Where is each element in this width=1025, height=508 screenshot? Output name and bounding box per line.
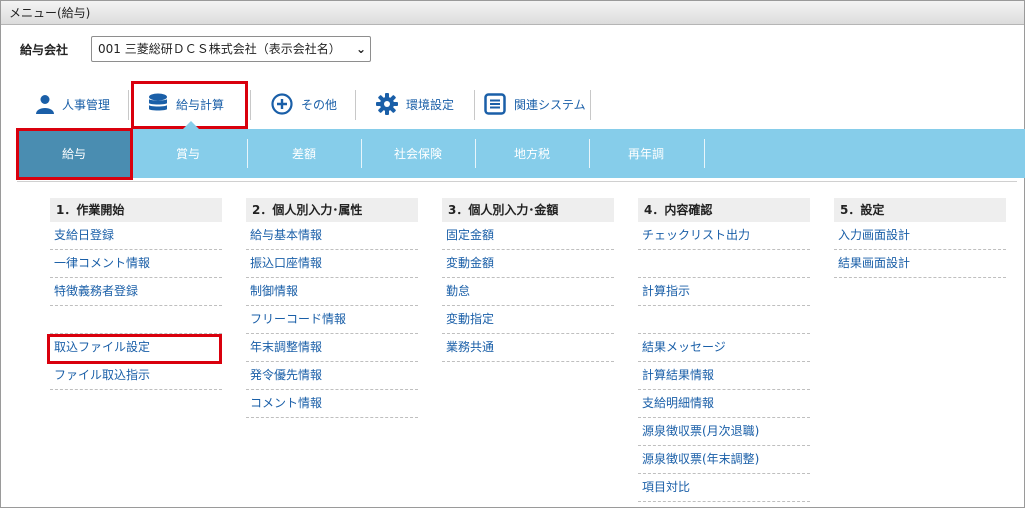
menu-link-common-business[interactable]: 業務共通 [442, 334, 614, 362]
menu-link-control-info[interactable]: 制御情報 [246, 278, 418, 306]
chevron-down-icon: ⌄ [355, 42, 366, 56]
menu-link-payslip-info[interactable]: 支給明細情報 [638, 390, 810, 418]
tab-divider [704, 139, 705, 168]
nav-related-systems[interactable]: 関連システム [484, 88, 586, 120]
menu-link-free-code-info[interactable]: フリーコード情報 [246, 306, 418, 334]
menu-link-attendance[interactable]: 勤怠 [442, 278, 614, 306]
column-individual-attributes: 2．個人別入力･属性 給与基本情報 振込口座情報 制御情報 フリーコード情報 年… [246, 198, 418, 418]
menu-link-file-import-instruction[interactable]: ファイル取込指示 [50, 362, 222, 390]
menu-link-salary-basic-info[interactable]: 給与基本情報 [246, 222, 418, 250]
nav-settings[interactable]: 環境設定 [376, 88, 454, 120]
nav-other[interactable]: その他 [271, 88, 337, 120]
column-settings: 5．設定 入力画面設計 結果画面設計 [834, 198, 1006, 278]
nav-other-label: その他 [301, 97, 338, 112]
nav-divider [590, 90, 591, 120]
column-heading: 3．個人別入力･金額 [442, 198, 614, 222]
highlight-box-salary-tab [16, 128, 133, 180]
nav-settings-label: 環境設定 [406, 97, 455, 112]
person-icon [36, 95, 54, 114]
menu-link-special-collection-registration[interactable]: 特徴義務者登録 [50, 278, 222, 306]
highlight-box-import-file-settings [47, 334, 222, 364]
menu-link-input-screen-design[interactable]: 入力画面設計 [834, 222, 1006, 250]
tab-social-insurance[interactable]: 社会保険 [361, 129, 475, 178]
column-heading: 2．個人別入力･属性 [246, 198, 418, 222]
column-individual-amounts: 3．個人別入力･金額 固定金額 変動金額 勤怠 変動指定 業務共通 [442, 198, 614, 362]
nav-divider [250, 90, 251, 120]
nav-divider [355, 90, 356, 120]
nav-divider [128, 90, 129, 120]
menu-link-withholding-slip-year-end[interactable]: 源泉徴収票(年末調整) [638, 446, 810, 474]
menu-link-appointment-priority-info[interactable]: 発令優先情報 [246, 362, 418, 390]
list-box-icon [484, 93, 506, 115]
menu-link-empty [50, 306, 222, 334]
menu-link-checklist-output[interactable]: チェックリスト出力 [638, 222, 810, 250]
section-divider [17, 181, 1017, 182]
nav-personnel-label: 人事管理 [62, 97, 111, 112]
column-content-check: 4．内容確認 チェックリスト出力 計算指示 結果メッセージ 計算結果情報 支給明… [638, 198, 810, 502]
plus-circle-icon [271, 93, 293, 115]
menu-link-item-comparison[interactable]: 項目対比 [638, 474, 810, 502]
company-label: 給与会社 [20, 43, 69, 57]
menu-link-calculation-result-info[interactable]: 計算結果情報 [638, 362, 810, 390]
nav-personnel[interactable]: 人事管理 [36, 88, 110, 120]
tab-local-tax[interactable]: 地方税 [475, 129, 589, 178]
window-title: メニュー(給与) [1, 1, 1024, 25]
column-heading: 1．作業開始 [50, 198, 222, 222]
column-heading: 4．内容確認 [638, 198, 810, 222]
menu-link-variable-amount[interactable]: 変動金額 [442, 250, 614, 278]
company-select-value: 001 三菱総研ＤＣＳ株式会社（表示会社名） [98, 42, 341, 56]
tab-difference[interactable]: 差額 [247, 129, 361, 178]
menu-link-empty [638, 306, 810, 334]
menu-link-uniform-comment[interactable]: 一律コメント情報 [50, 250, 222, 278]
menu-link-payday-registration[interactable]: 支給日登録 [50, 222, 222, 250]
nav-related-systems-label: 関連システム [514, 97, 586, 112]
menu-link-year-end-adjustment-info[interactable]: 年末調整情報 [246, 334, 418, 362]
menu-link-comment-info[interactable]: コメント情報 [246, 390, 418, 418]
menu-link-fixed-amount[interactable]: 固定金額 [442, 222, 614, 250]
menu-link-empty [638, 250, 810, 278]
tab-re-year-end-adjustment[interactable]: 再年調 [589, 129, 703, 178]
menu-link-calculation-instruction[interactable]: 計算指示 [638, 278, 810, 306]
menu-link-bank-account-info[interactable]: 振込口座情報 [246, 250, 418, 278]
menu-link-result-message[interactable]: 結果メッセージ [638, 334, 810, 362]
company-select[interactable]: 001 三菱総研ＤＣＳ株式会社（表示会社名） ⌄ [91, 36, 371, 62]
menu-link-variable-specification[interactable]: 変動指定 [442, 306, 614, 334]
menu-link-result-screen-design[interactable]: 結果画面設計 [834, 250, 1006, 278]
menu-link-withholding-slip-monthly-retirement[interactable]: 源泉徴収票(月次退職) [638, 418, 810, 446]
gear-icon [376, 93, 398, 115]
nav-divider [474, 90, 475, 120]
tab-bonus[interactable]: 賞与 [131, 129, 245, 178]
column-heading: 5．設定 [834, 198, 1006, 222]
